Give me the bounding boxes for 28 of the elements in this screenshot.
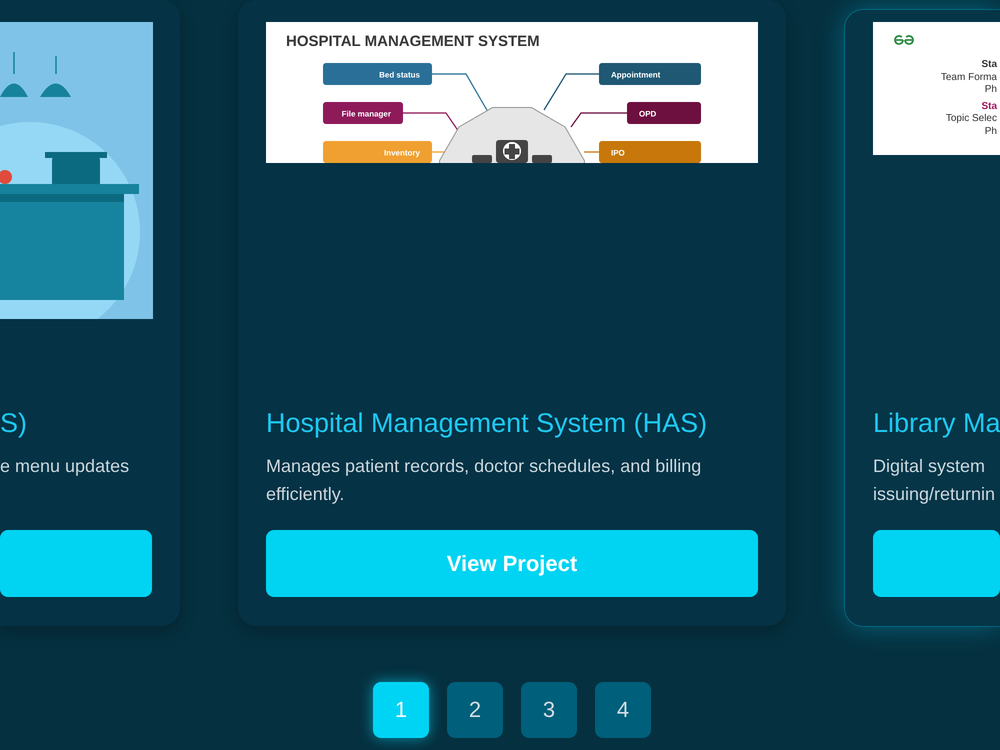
diagram-title: HOSPITAL MANAGEMENT SYSTEM <box>286 33 540 50</box>
project-description: Digital system issuing/returnin <box>873 455 996 506</box>
connector-line <box>543 73 599 110</box>
project-description: Manages patient records, doctor schedules, and billing efficiently. <box>266 455 702 506</box>
diagram-node: IPO <box>599 141 701 163</box>
diagram-node: OPD <box>627 102 701 124</box>
diagram-node: Bed status <box>323 63 432 85</box>
slide-text: Team Forma <box>940 72 997 84</box>
slide-text: Ph <box>984 126 997 138</box>
page-button[interactable]: 3 <box>521 682 577 738</box>
view-project-button[interactable] <box>873 530 1000 597</box>
slide-text: Ph <box>984 84 997 96</box>
medical-cross-icon <box>472 140 552 163</box>
connector-line <box>570 112 627 128</box>
diagram-node: Inventory <box>323 141 432 163</box>
slide-heading: Sta <box>980 100 997 113</box>
page-button[interactable]: 2 <box>447 682 503 738</box>
diagram-node: File manager <box>323 102 403 124</box>
view-project-button[interactable] <box>0 530 152 597</box>
slide-text: Topic Selec <box>944 113 997 126</box>
project-title: Hospital Management System (HAS) <box>266 407 708 440</box>
slide-heading: Sta <box>980 59 997 72</box>
connector-line <box>584 151 599 153</box>
diagram-node: Appointment <box>599 63 701 85</box>
logo-icon <box>894 35 914 45</box>
page-button[interactable]: 4 <box>595 682 651 738</box>
project-title: S) <box>0 407 28 440</box>
project-description: e menu updates <box>0 455 130 478</box>
